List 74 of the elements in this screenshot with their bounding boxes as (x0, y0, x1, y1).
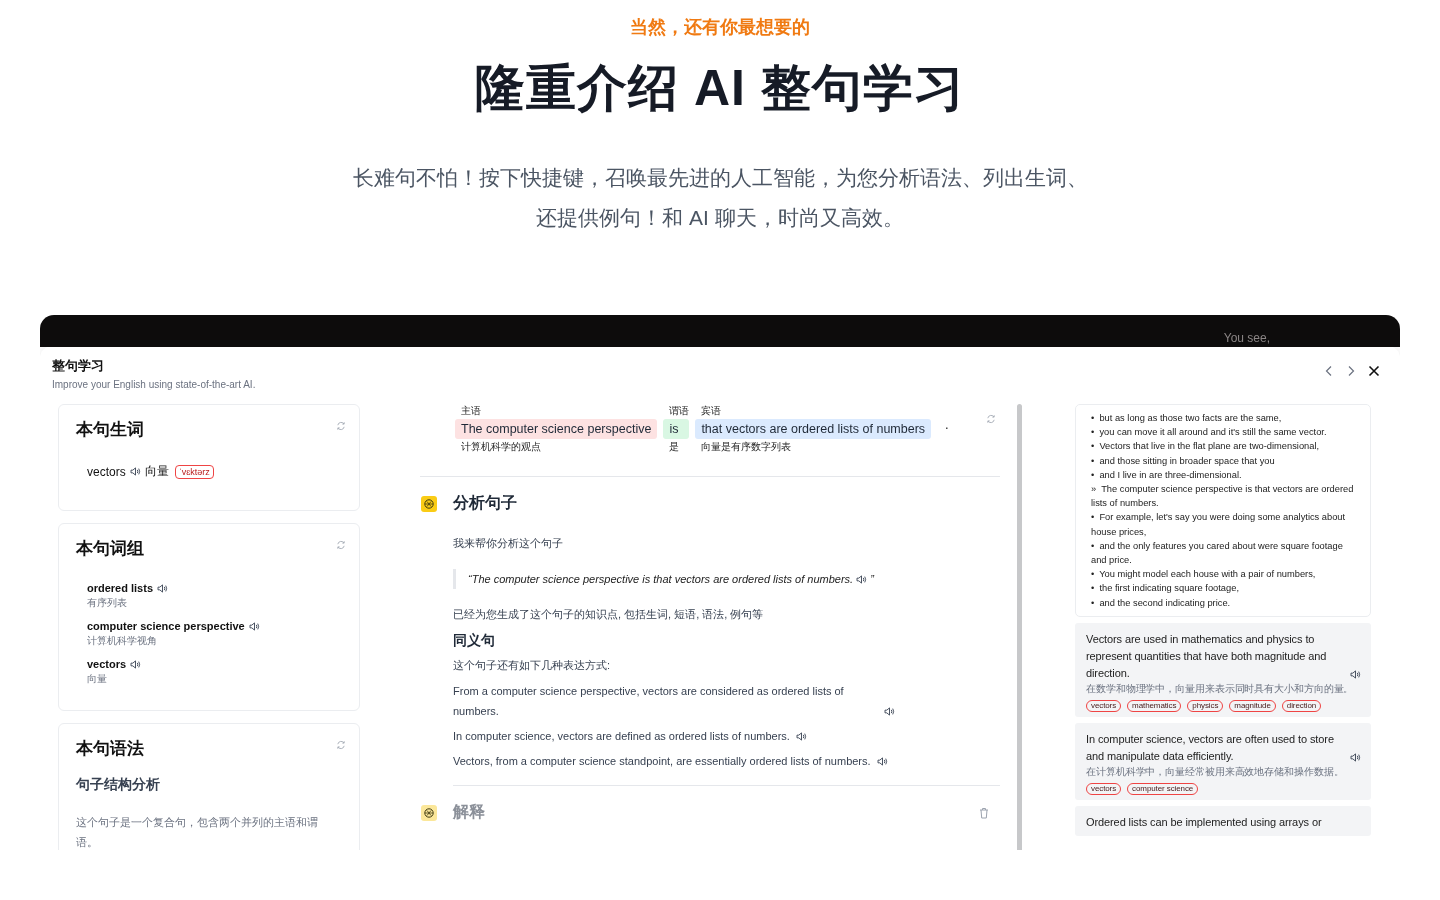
transcript-line[interactable]: • and the only features you cared about were square footage and price. (1091, 538, 1358, 568)
role-label: 主语 (460, 404, 482, 418)
card-title: 本句词组 (76, 538, 144, 559)
phrase: vectors (87, 658, 127, 670)
transcript-line[interactable]: • you can move it all around and it's still the same vector. (1091, 425, 1358, 440)
speaker-icon[interactable] (856, 574, 868, 584)
word-meaning: 向量 (144, 463, 169, 480)
phonetic-tag: ˈvɛktərz (174, 464, 214, 479)
close-icon[interactable] (1368, 365, 1380, 377)
transcript-line[interactable]: • For example, let's say you were doing some analytics about house prices, (1091, 510, 1358, 539)
word: vectors (87, 464, 126, 479)
transcript-line[interactable]: • the first indicating square footage, (1091, 581, 1358, 596)
chunk-gloss: 向量是有序数字列表 (700, 440, 793, 454)
synonym-sentence: From a computer science perspective, vectors are considered as ordered lists of numbers. (453, 684, 845, 719)
example-translation: 在计算机科学中，向量经常被用来高效地存储和操作数据。 (1086, 764, 1345, 779)
transcript-line[interactable]: • and the second indicating price. (1091, 595, 1358, 610)
synonym-sentence: In computer science, vectors are defined as ordered lists of numbers. (453, 729, 790, 744)
speaker-icon[interactable] (876, 757, 888, 766)
quote-text: “The computer science perspective is that vectors are ordered lists of numbers. (468, 573, 854, 585)
headline: 隆重介绍 AI 整句学习 (474, 59, 966, 118)
sentence-chunk[interactable]: that vectors are ordered lists of numbers (695, 419, 932, 439)
chunk-gloss: 计算机科学的观点 (460, 440, 542, 454)
next-icon[interactable] (1346, 365, 1356, 377)
card-title: 本句生词 (76, 419, 144, 440)
example-translation: 在数学和物理学中，向量用来表示同时具有大小和方向的量。 (1086, 681, 1355, 696)
body-text: 我来帮你分析这个句子 (453, 536, 564, 551)
intro-text: 长难句不怕！按下快捷键，召唤最先进的人工智能，为您分析语法、列出生词、 (351, 165, 1089, 191)
speaker-icon[interactable] (130, 659, 142, 669)
example-sentence: Vectors are used in mathematics and physics to represent quantities that have both magnitude and direction. (1086, 631, 1328, 681)
speaker-icon[interactable] (795, 732, 807, 741)
panel-subtitle: Improve your English using state-of-the-art AI. (52, 379, 256, 390)
transcript-line[interactable]: • and those sitting in broader space that you (1091, 453, 1358, 468)
card-title: 本句语法 (76, 738, 144, 759)
ai-icon (421, 495, 437, 512)
body-text: 这个句子还有如下几种表达方式: (453, 658, 612, 673)
role-label: 谓语 (668, 404, 690, 418)
phrase-meaning: 有序列表 (87, 596, 128, 610)
quote-mark: ” (870, 573, 874, 585)
speaker-icon[interactable] (884, 707, 895, 716)
ai-icon (421, 804, 437, 821)
caption-text: You see, (1223, 330, 1270, 347)
transcript-line[interactable]: • and I live in are three-dimensional. (1091, 467, 1358, 482)
section-title: 分析句子 (453, 493, 517, 513)
grammar-heading: 句子结构分析 (76, 776, 161, 794)
transcript-line[interactable]: • but as long as those two facts are the same, (1091, 411, 1358, 426)
phrase-meaning: 向量 (87, 672, 108, 686)
speaker-icon[interactable] (248, 621, 260, 631)
transcript-line[interactable]: » The computer science perspective is that vectors are ordered lists of numbers. (1091, 482, 1358, 511)
scrollbar[interactable] (1017, 404, 1022, 850)
speaker-icon[interactable] (1350, 752, 1361, 762)
transcript-line[interactable]: • Vectors that live in the flat plane are two-dimensional, (1091, 439, 1358, 454)
end-mark: . (944, 416, 949, 432)
speaker-icon[interactable] (157, 583, 169, 593)
transcript-line[interactable]: • You might model each house with a pair of numbers, (1091, 567, 1358, 582)
sentence-chunk[interactable]: is (663, 419, 690, 439)
example-sentence: Ordered lists can be implemented using arrays or (1086, 814, 1322, 830)
speaker-icon[interactable] (129, 467, 141, 476)
previous-icon[interactable] (1324, 365, 1334, 377)
panel-title: 整句学习 (52, 357, 105, 375)
sentence-chunk[interactable]: The computer science perspective (455, 419, 658, 439)
grammar-text: 这个句子是一个复合句，包含两个并列的主语和谓语。 (76, 815, 319, 850)
intro-text: 还提供例句！和 AI 聊天，时尚又高效。 (535, 205, 905, 231)
kicker-text: 当然，还有你最想要的 (630, 16, 810, 39)
role-label: 宾语 (700, 404, 723, 418)
body-text: 已经为您生成了这个句子的知识点, 包括生词, 短语, 语法, 例句等 (453, 607, 765, 622)
example-sentence: In computer science, vectors are often used to store and manipulate data efficiently. (1086, 731, 1335, 764)
synonym-sentence: Vectors, from a computer science standpoint, are essentially ordered lists of numbers. (453, 754, 871, 769)
subsection-title: 同义句 (453, 632, 496, 650)
chunk-gloss: 是 (668, 440, 681, 454)
speaker-icon[interactable] (1350, 669, 1361, 679)
section-title: 解释 (453, 802, 485, 822)
phrase: computer science perspective (87, 620, 245, 632)
phrase: ordered lists (87, 582, 154, 594)
phrase-meaning: 计算机科学视角 (87, 634, 158, 648)
